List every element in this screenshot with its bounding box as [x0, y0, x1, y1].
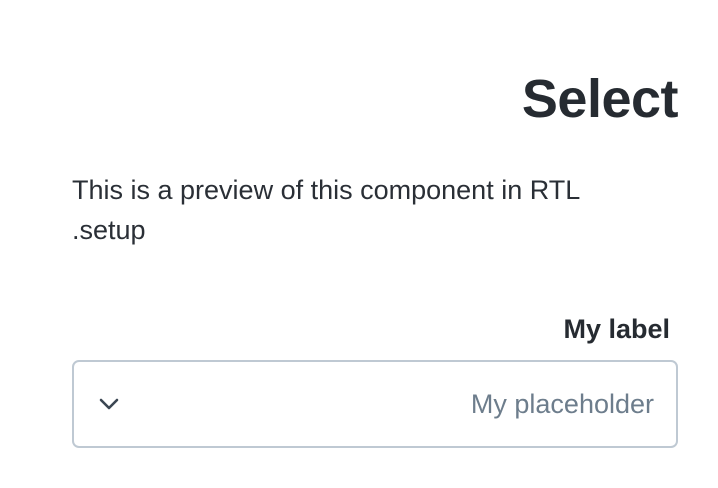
preview-page: Select This is a preview of this compone…	[0, 0, 718, 488]
description-text: This is a preview of this component in R…	[72, 170, 652, 250]
select-placeholder: My placeholder	[470, 388, 654, 419]
chevron-down-icon	[94, 389, 124, 419]
description-line-2: .setup	[72, 215, 146, 245]
description-line-1: This is a preview of this component in R…	[72, 175, 581, 205]
page-title: Select	[521, 69, 679, 129]
select-dropdown[interactable]: My placeholder	[72, 360, 678, 448]
select-label: My label	[563, 314, 670, 344]
